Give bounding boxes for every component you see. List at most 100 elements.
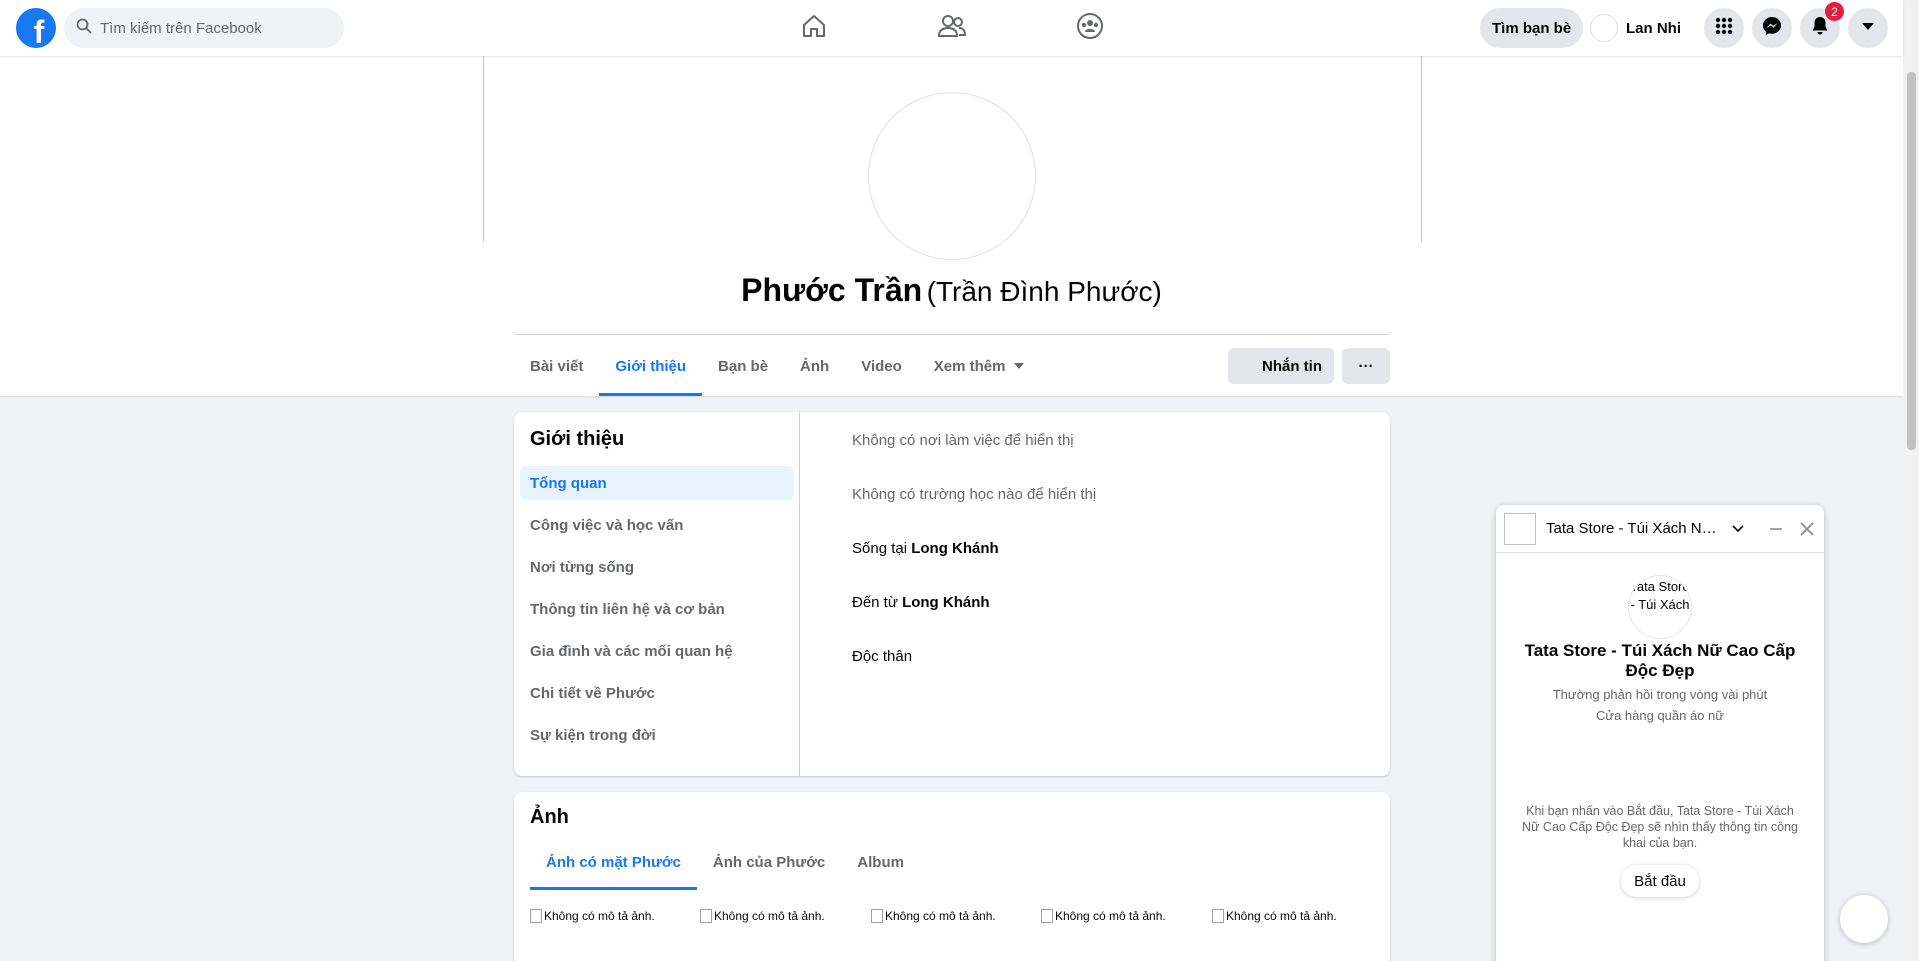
about-menu-work-education[interactable]: Công việc và học vấn — [520, 508, 794, 542]
broken-image-icon — [871, 909, 883, 923]
tab-albums[interactable]: Album — [841, 834, 920, 890]
tab-label: Xem thêm — [933, 357, 1006, 375]
profile-shortcut[interactable]: Lan Nhi — [1590, 8, 1681, 48]
about-menu-label: Công việc và học vấn — [530, 516, 684, 534]
photo-thumbnail[interactable]: Không có mô tả ảnh. — [1212, 906, 1340, 926]
chat-notice: Khi bạn nhấn vào Bắt đầu, Tata Store - T… — [1522, 804, 1798, 850]
facebook-logo-letter: f — [33, 13, 45, 50]
about-menu-label: Gia đình và các mối quan hệ — [530, 642, 733, 660]
tab-about[interactable]: Giới thiệu — [599, 336, 702, 396]
profile-display-name: Phước Trần — [741, 272, 923, 308]
chevron-down-icon[interactable] — [1732, 520, 1744, 538]
tab-label: Album — [857, 853, 904, 871]
tab-label: Ảnh có mặt Phước — [546, 853, 681, 871]
more-options-button[interactable]: ··· — [1342, 348, 1390, 384]
start-button[interactable]: Bắt đầu — [1621, 865, 1699, 897]
cover-border-left — [483, 56, 484, 242]
tab-photos-by[interactable]: Ảnh của Phước — [697, 834, 841, 890]
profile-alternate-name: (Trần Đình Phước) — [926, 276, 1162, 307]
scrollbar-thumb[interactable] — [1907, 72, 1916, 450]
messenger-icon — [1762, 16, 1782, 41]
tab-posts[interactable]: Bài viết — [514, 336, 599, 396]
about-lives-prefix: Sống tại — [852, 540, 912, 557]
about-menu-overview[interactable]: Tổng quan — [520, 466, 794, 500]
cover-border-right — [1421, 56, 1422, 242]
notification-badge: 2 — [1825, 2, 1844, 21]
photo-thumbnail[interactable]: Không có mô tả ảnh. — [1041, 906, 1169, 926]
chat-category: Cửa hàng quần áo nữ — [1595, 708, 1724, 723]
grid-menu-icon — [1714, 16, 1734, 41]
about-lives-place[interactable]: Long Khánh — [911, 540, 998, 557]
about-menu-label: Tổng quan — [530, 474, 607, 492]
tab-photos-of[interactable]: Ảnh có mặt Phước — [530, 834, 697, 890]
nav-groups[interactable] — [1060, 0, 1120, 56]
tab-photos[interactable]: Ảnh — [784, 336, 845, 396]
photo-thumbnail[interactable]: Không có mô tả ảnh. — [871, 906, 999, 926]
close-icon[interactable] — [1797, 519, 1817, 539]
scrollbar[interactable] — [1903, 0, 1919, 961]
profile-tabs: Bài viết Giới thiệu Bạn bè Ảnh Video Xem… — [514, 336, 1040, 396]
search-box[interactable] — [64, 8, 344, 48]
about-menu-details[interactable]: Chi tiết về Phước — [520, 676, 794, 710]
find-friends-button[interactable]: Tìm bạn bè — [1480, 8, 1584, 48]
broken-image-icon — [1041, 909, 1053, 923]
tab-friends[interactable]: Bạn bè — [702, 336, 784, 396]
friends-icon — [937, 12, 967, 45]
profile-header: Phước Trần (Trần Đình Phước) Bài viết Gi… — [0, 56, 1903, 396]
messenger-button[interactable] — [1752, 8, 1792, 48]
profile-picture[interactable] — [868, 92, 1036, 260]
minimize-icon[interactable] — [1766, 519, 1786, 539]
tab-videos[interactable]: Video — [845, 336, 918, 396]
photo-alt-text: Không có mô tả ảnh. — [714, 909, 825, 923]
about-from-place[interactable]: Long Khánh — [902, 594, 989, 611]
tab-see-more[interactable]: Xem thêm — [918, 336, 1040, 396]
about-menu-places-lived[interactable]: Nơi từng sống — [520, 550, 794, 584]
message-button-label: Nhắn tin — [1262, 357, 1322, 375]
user-name: Lan Nhi — [1626, 19, 1681, 37]
home-icon — [800, 12, 828, 45]
message-button[interactable]: Nhắn tin — [1228, 348, 1334, 384]
search-input[interactable] — [100, 19, 320, 37]
chat-title: Tata Store - Túi Xách Nữ Cao Cấp Độc Đẹp — [1546, 520, 1726, 537]
tab-label: Bài viết — [530, 357, 584, 375]
tab-label: Giới thiệu — [615, 357, 687, 375]
profile-name: Phước Trần (Trần Đình Phước) — [0, 272, 1903, 309]
about-menu-life-events[interactable]: Sự kiện trong đời — [520, 718, 794, 752]
groups-icon — [1076, 12, 1104, 45]
about-sidebar: Giới thiệu Tổng quan Công việc và học vấ… — [514, 412, 800, 776]
about-card: Giới thiệu Tổng quan Công việc và học vấ… — [514, 412, 1390, 776]
divider — [514, 334, 1390, 335]
chat-window: Tata Store - Túi Xách Nữ Cao Cấp Độc Đẹp… — [1496, 505, 1824, 961]
about-title: Giới thiệu — [530, 428, 625, 450]
about-menu-family-relationships[interactable]: Gia đình và các mối quan hệ — [520, 634, 794, 668]
search-icon — [76, 18, 92, 39]
page-avatar[interactable]: Tata Store - Túi Xách — [1628, 575, 1692, 639]
about-menu-label: Nơi từng sống — [530, 558, 635, 576]
photo-alt-text: Không có mô tả ảnh. — [1226, 909, 1337, 923]
about-from: Đến từ Long Khánh — [852, 594, 990, 611]
photo-thumbnail[interactable]: Không có mô tả ảnh. — [530, 906, 658, 926]
chevron-down-icon — [1013, 363, 1024, 369]
about-menu-label: Sự kiện trong đời — [530, 726, 656, 744]
nav-home[interactable] — [784, 0, 844, 56]
about-work: Không có nơi làm việc để hiển thị — [852, 432, 1074, 449]
about-lives-in: Sống tại Long Khánh — [852, 540, 999, 557]
tab-label: Ảnh — [800, 357, 830, 375]
nav-friends[interactable] — [922, 0, 982, 56]
photo-tabs: Ảnh có mặt Phước Ảnh của Phước Album — [530, 834, 920, 890]
new-message-button[interactable] — [1840, 895, 1888, 943]
find-friends-label: Tìm bạn bè — [1492, 19, 1572, 37]
photo-alt-text: Không có mô tả ảnh. — [1055, 909, 1166, 923]
tab-label: Video — [861, 357, 902, 375]
account-button[interactable] — [1848, 8, 1888, 48]
about-menu-label: Thông tin liên hệ và cơ bản — [530, 600, 725, 618]
facebook-logo[interactable]: f — [16, 8, 56, 50]
chat-header[interactable]: Tata Store - Túi Xách Nữ Cao Cấp Độc Đẹp — [1496, 505, 1824, 553]
broken-image-icon — [530, 909, 542, 923]
menu-button[interactable] — [1704, 8, 1744, 48]
photo-alt-text: Không có mô tả ảnh. — [544, 909, 655, 923]
about-menu-contact-info[interactable]: Thông tin liên hệ và cơ bản — [520, 592, 794, 626]
notifications-button[interactable]: 2 — [1800, 2, 1844, 48]
photo-thumbnail[interactable]: Không có mô tả ảnh. — [700, 906, 828, 926]
top-navigation-bar: f Tìm bạn bè Lan Nhi — [0, 0, 1903, 56]
